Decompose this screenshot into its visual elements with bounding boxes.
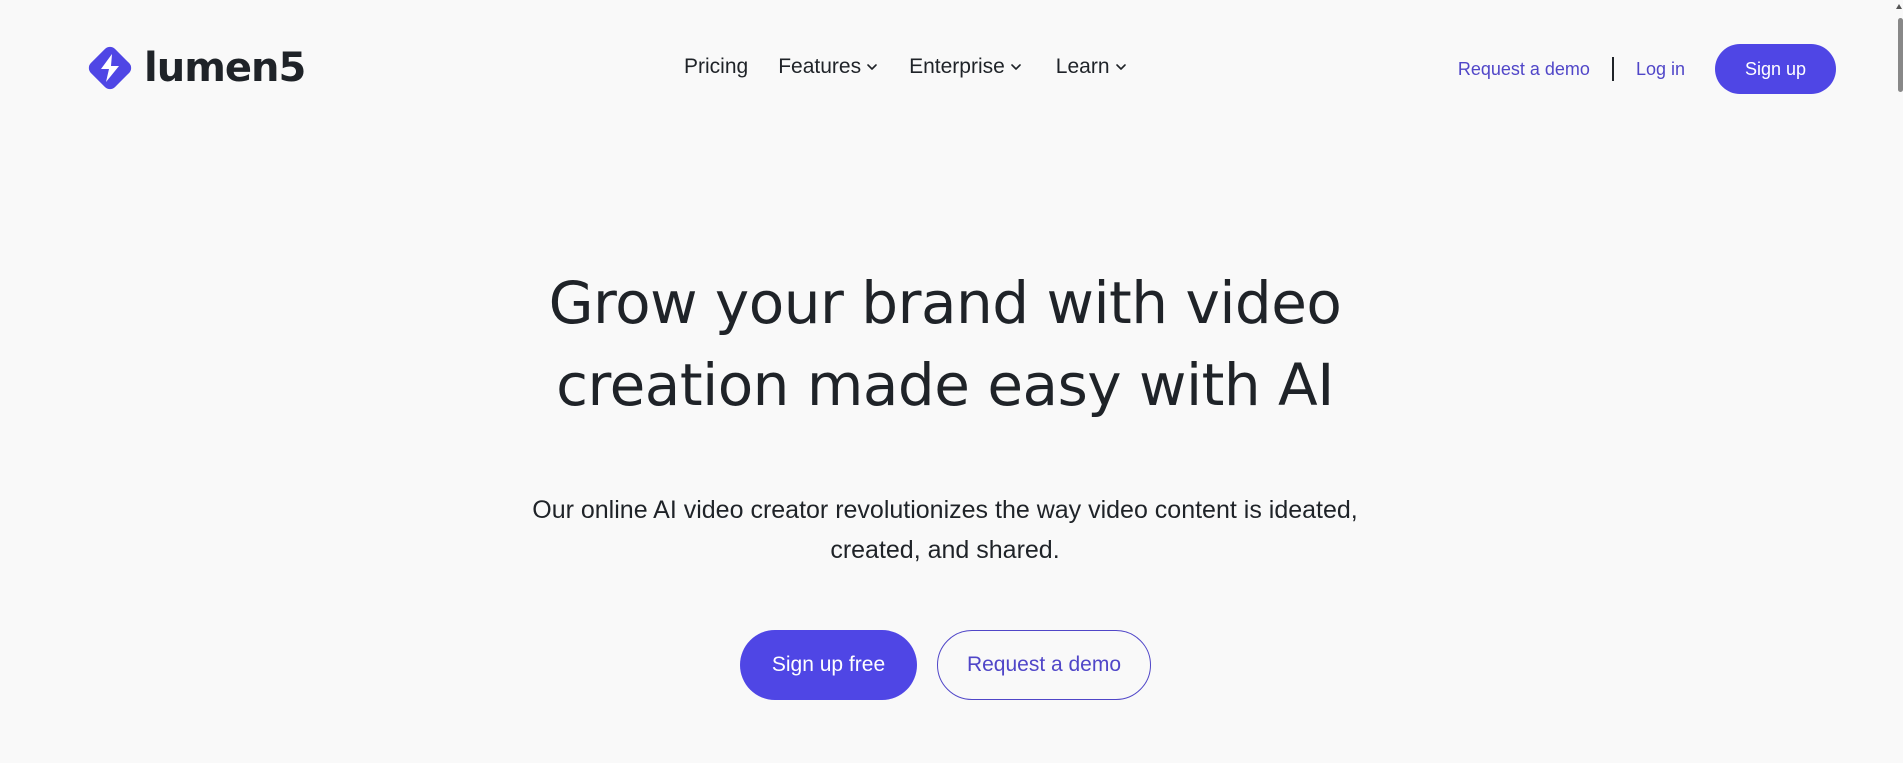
request-demo-button[interactable]: Request a demo <box>937 630 1151 700</box>
nav-item-label: Learn <box>1055 55 1110 78</box>
header-actions: Request a demo Log in Sign up <box>1458 44 1836 94</box>
hero-subtitle: Our online AI video creator revolutioniz… <box>0 490 1890 570</box>
nav-item-pricing[interactable]: Pricing <box>684 52 748 82</box>
sign-up-free-button[interactable]: Sign up free <box>740 630 917 700</box>
hero-subtitle-line: Our online AI video creator revolutioniz… <box>532 496 1358 524</box>
site-header: lumen5 Pricing Features Enterprise Learn <box>0 0 1903 136</box>
request-demo-link[interactable]: Request a demo <box>1458 59 1590 80</box>
sign-up-button[interactable]: Sign up <box>1715 44 1836 94</box>
scroll-up-arrow-icon[interactable] <box>1896 4 1902 9</box>
log-in-link[interactable]: Log in <box>1636 59 1685 80</box>
nav-item-enterprise[interactable]: Enterprise <box>909 52 1022 82</box>
hero-subtitle-line: created, and shared. <box>830 536 1060 564</box>
chevron-down-icon <box>867 64 877 70</box>
nav-item-label: Pricing <box>684 55 749 78</box>
main-nav: Pricing Features Enterprise Learn <box>684 52 1127 82</box>
nav-item-label: Features <box>778 55 862 78</box>
nav-item-learn[interactable]: Learn <box>1056 52 1127 82</box>
page: lumen5 Pricing Features Enterprise Learn <box>0 0 1903 763</box>
chevron-down-icon <box>1010 64 1021 70</box>
hero-title-line: creation made easy with AI <box>556 351 1334 419</box>
nav-item-label: Enterprise <box>909 55 1005 78</box>
hero-title-line: Grow your brand with video <box>548 269 1342 337</box>
hero-title: Grow your brand with video creation made… <box>0 262 1890 426</box>
lumen5-logo-icon <box>88 46 132 90</box>
scroll-thumb[interactable] <box>1898 18 1903 92</box>
brand-name: lumen5 <box>144 45 306 91</box>
scrollbar[interactable] <box>1895 0 1903 763</box>
hero-cta-group: Sign up free Request a demo <box>740 630 1151 700</box>
nav-item-features[interactable]: Features <box>778 52 878 82</box>
logo-link[interactable]: lumen5 <box>84 42 306 94</box>
divider <box>1611 57 1614 81</box>
chevron-down-icon <box>1115 64 1126 70</box>
